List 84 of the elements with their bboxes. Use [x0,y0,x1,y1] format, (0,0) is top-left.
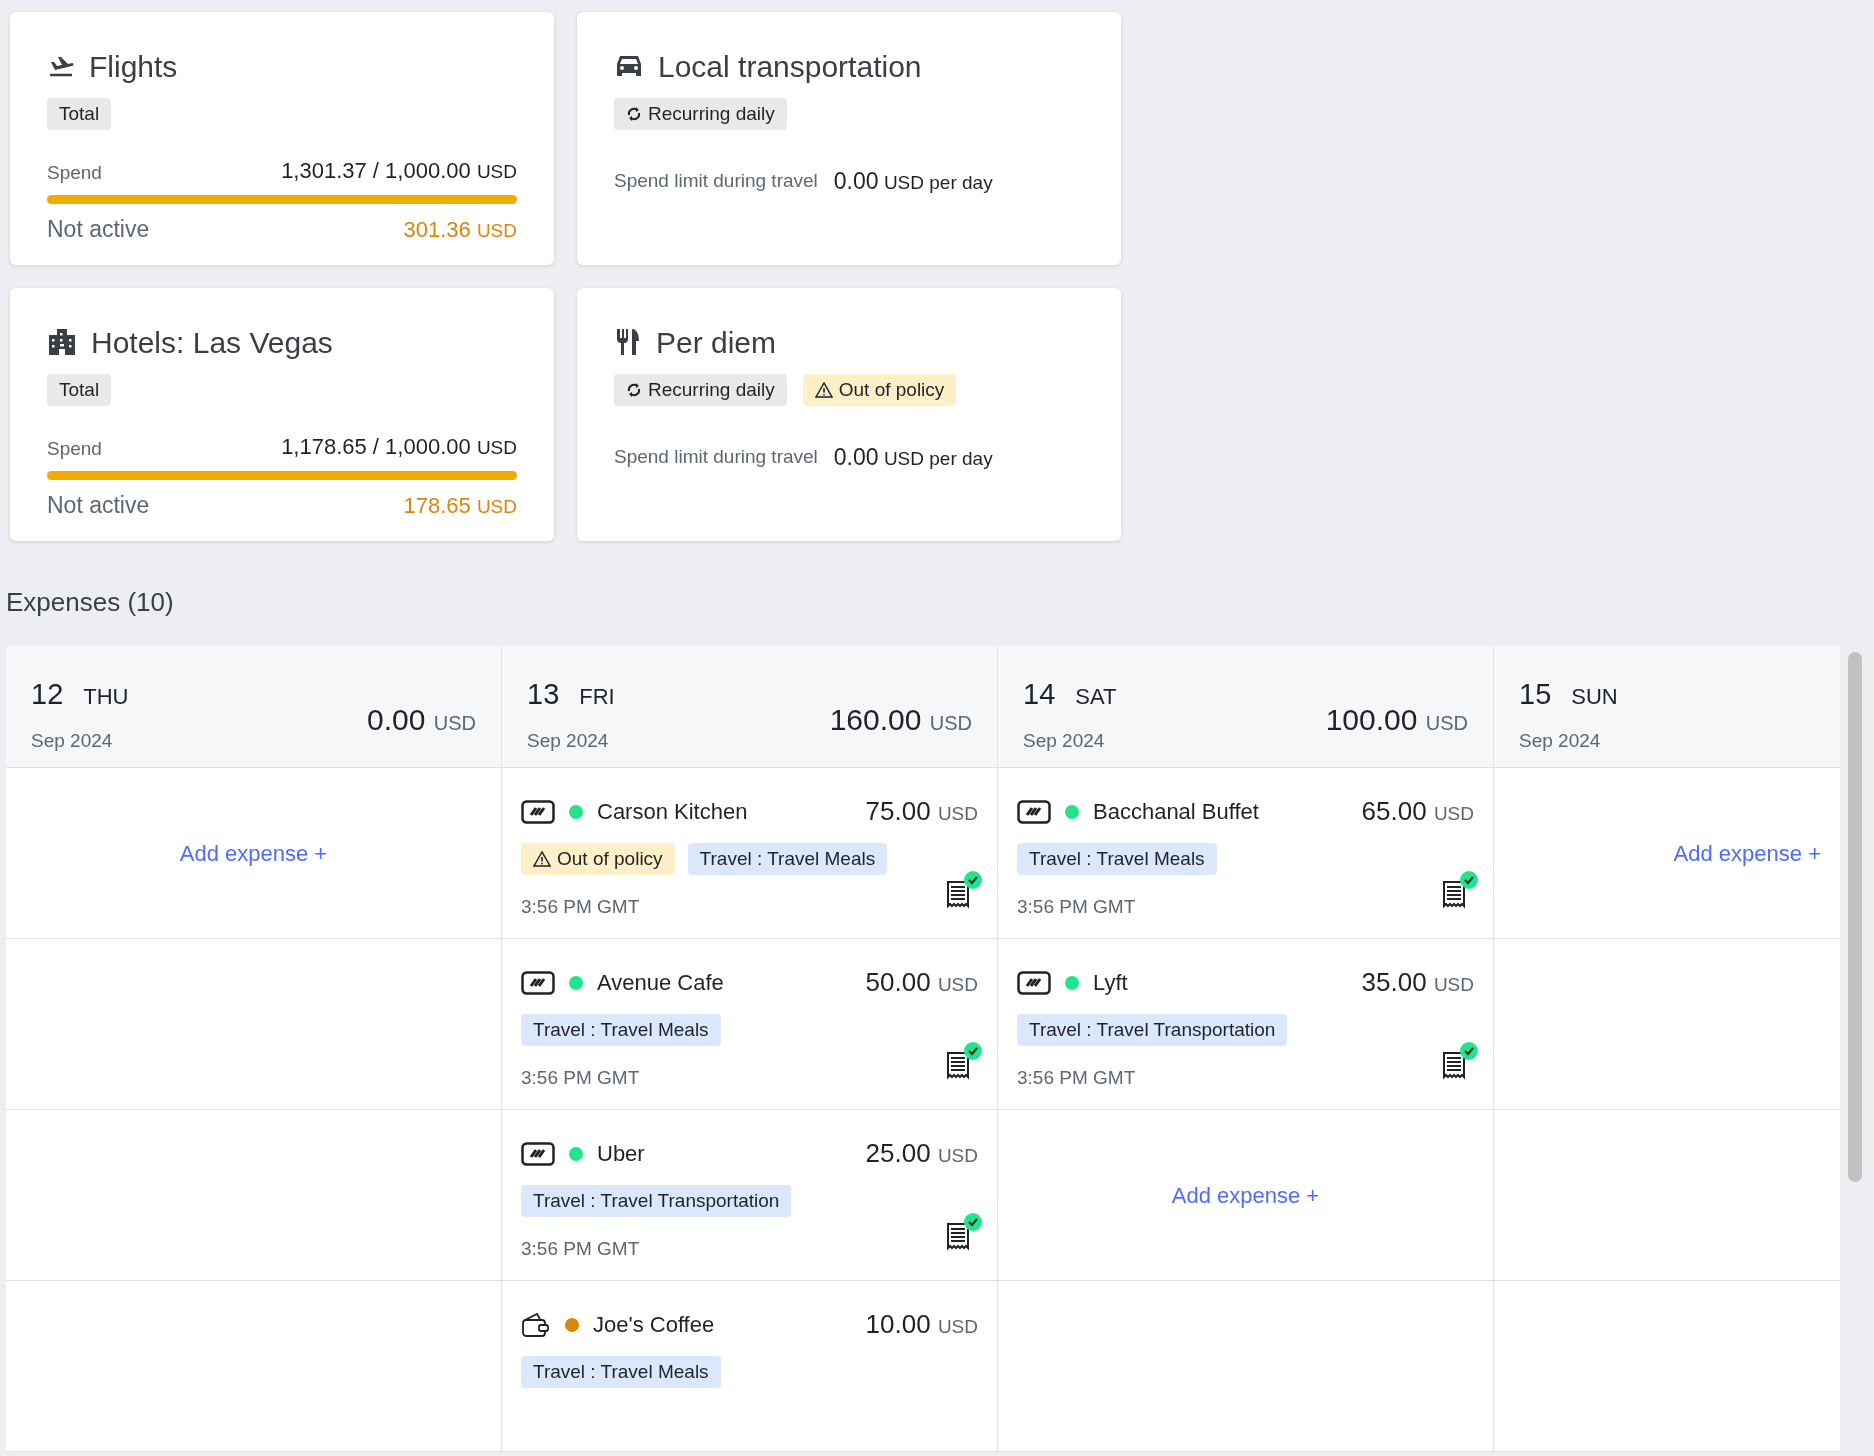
merchant-name: Joe's Coffee [593,1311,715,1339]
recurring-icon [626,106,642,122]
merchant-name: Bacchanal Buffet [1093,798,1259,826]
month-year: Sep 2024 [527,728,610,753]
month-year: Sep 2024 [1023,728,1106,753]
expense-item[interactable]: Joe's Coffee 10.00 USD Travel : Travel Meals [502,1281,998,1452]
card-title: Flights [89,48,178,85]
expense-time: 3:56 PM GMT [521,1237,641,1261]
day-total: 160.00 USD [829,702,972,738]
expense-time: 3:56 PM GMT [521,895,641,919]
card-title: Per diem [656,324,777,361]
day-number: 13 [527,677,560,712]
spend-amount: 1,301.37 / 1,000.00 USD [281,157,517,185]
scrollbar[interactable] [1848,652,1862,1182]
credit-card-icon [521,970,555,995]
limit-label: Spend limit during travel [614,169,818,193]
category-tag: Travel : Travel Meals [1017,843,1217,875]
warning-tag: Out of policy [521,843,675,875]
month-year: Sep 2024 [1519,728,1602,753]
category-tag: Travel : Travel Transportation [1017,1014,1288,1046]
expense-item[interactable]: Lyft 35.00 USD Travel : Travel Transportation 3:56 PM GMT [998,939,1494,1110]
credit-card-icon [1017,970,1051,995]
expense-amount: 10.00 USD [865,1308,978,1341]
weekday: FRI [579,683,615,711]
spend-label: Spend [47,160,102,185]
status-text: Not active [47,491,150,520]
credit-card-icon [1017,799,1051,824]
day-total: 100.00 USD [1325,702,1468,738]
limit-amount: 0.00 USD per day [833,167,993,196]
weekday: SAT [1075,683,1117,711]
expense-amount: 75.00 USD [865,795,978,828]
status-text: Not active [47,215,150,244]
wallet-icon [521,1311,551,1338]
card-title: Local transportation [658,48,922,85]
day-number: 15 [1519,677,1552,712]
day-number: 12 [31,677,64,712]
merchant-name: Lyft [1093,969,1128,997]
recurring-icon [626,382,642,398]
credit-card-icon [521,799,555,824]
add-expense-link[interactable]: Add expense + [1673,836,1821,870]
spend-amount: 1,178.65 / 1,000.00 USD [281,433,517,461]
merchant-name: Avenue Cafe [597,969,724,997]
expense-amount: 50.00 USD [865,966,978,999]
expense-amount: 25.00 USD [865,1137,978,1170]
category-tag: Travel : Travel Meals [521,1356,721,1388]
limit-amount: 0.00 USD per day [833,443,993,472]
day-number: 14 [1023,677,1056,712]
category-tag: Travel : Travel Meals [521,1014,721,1046]
warning-tag: Out of policy [802,374,957,406]
add-expense-link[interactable]: Add expense + [1171,1178,1320,1212]
section-title: Expenses (10) [5,586,175,619]
spend-label: Spend [47,436,102,461]
warning-icon [533,851,551,867]
overspend-amount: 178.65 USD [403,491,517,520]
expense-amount: 65.00 USD [1361,795,1474,828]
weekday: SUN [1571,683,1618,711]
add-expense-link[interactable]: Add expense + [179,836,328,870]
category-tag: Travel : Travel Transportation [521,1185,792,1217]
overspend-amount: 301.36 USD [403,215,517,244]
recurring-tag: Recurring daily [614,98,787,130]
merchant-name: Uber [597,1140,645,1168]
month-year: Sep 2024 [31,728,114,753]
car-icon [614,53,644,79]
recurring-tag: Recurring daily [614,374,787,406]
expense-time: 3:56 PM GMT [521,1066,641,1090]
building-icon [47,327,77,357]
expense-item[interactable]: Avenue Cafe 50.00 USD Travel : Travel Meals 3:56 PM GMT [502,939,998,1110]
expense-item[interactable]: Bacchanal Buffet 65.00 USD Travel : Travel Meals 3:56 PM GMT [998,768,1494,939]
credit-card-icon [521,1141,555,1166]
warning-icon [814,382,833,398]
category-tag: Travel : Travel Meals [687,843,888,875]
tag: Total [47,98,112,130]
merchant-name: Carson Kitchen [597,798,748,826]
expense-item[interactable]: Uber 25.00 USD Travel : Travel Transportation 3:56 PM GMT [502,1110,998,1281]
expense-time: 3:56 PM GMT [1017,895,1137,919]
expense-item[interactable]: Carson Kitchen 75.00 USD Out of policy Travel : Travel Meals 3:56 PM GMT [502,768,998,939]
limit-label: Spend limit during travel [614,445,818,469]
fork-knife-icon [614,327,642,357]
card-title: Hotels: Las Vegas [91,324,333,361]
weekday: THU [83,683,129,711]
tag: Total [47,374,112,406]
expense-amount: 35.00 USD [1361,966,1474,999]
expense-time: 3:56 PM GMT [1017,1066,1137,1090]
day-total: 0.00 USD [367,702,476,738]
